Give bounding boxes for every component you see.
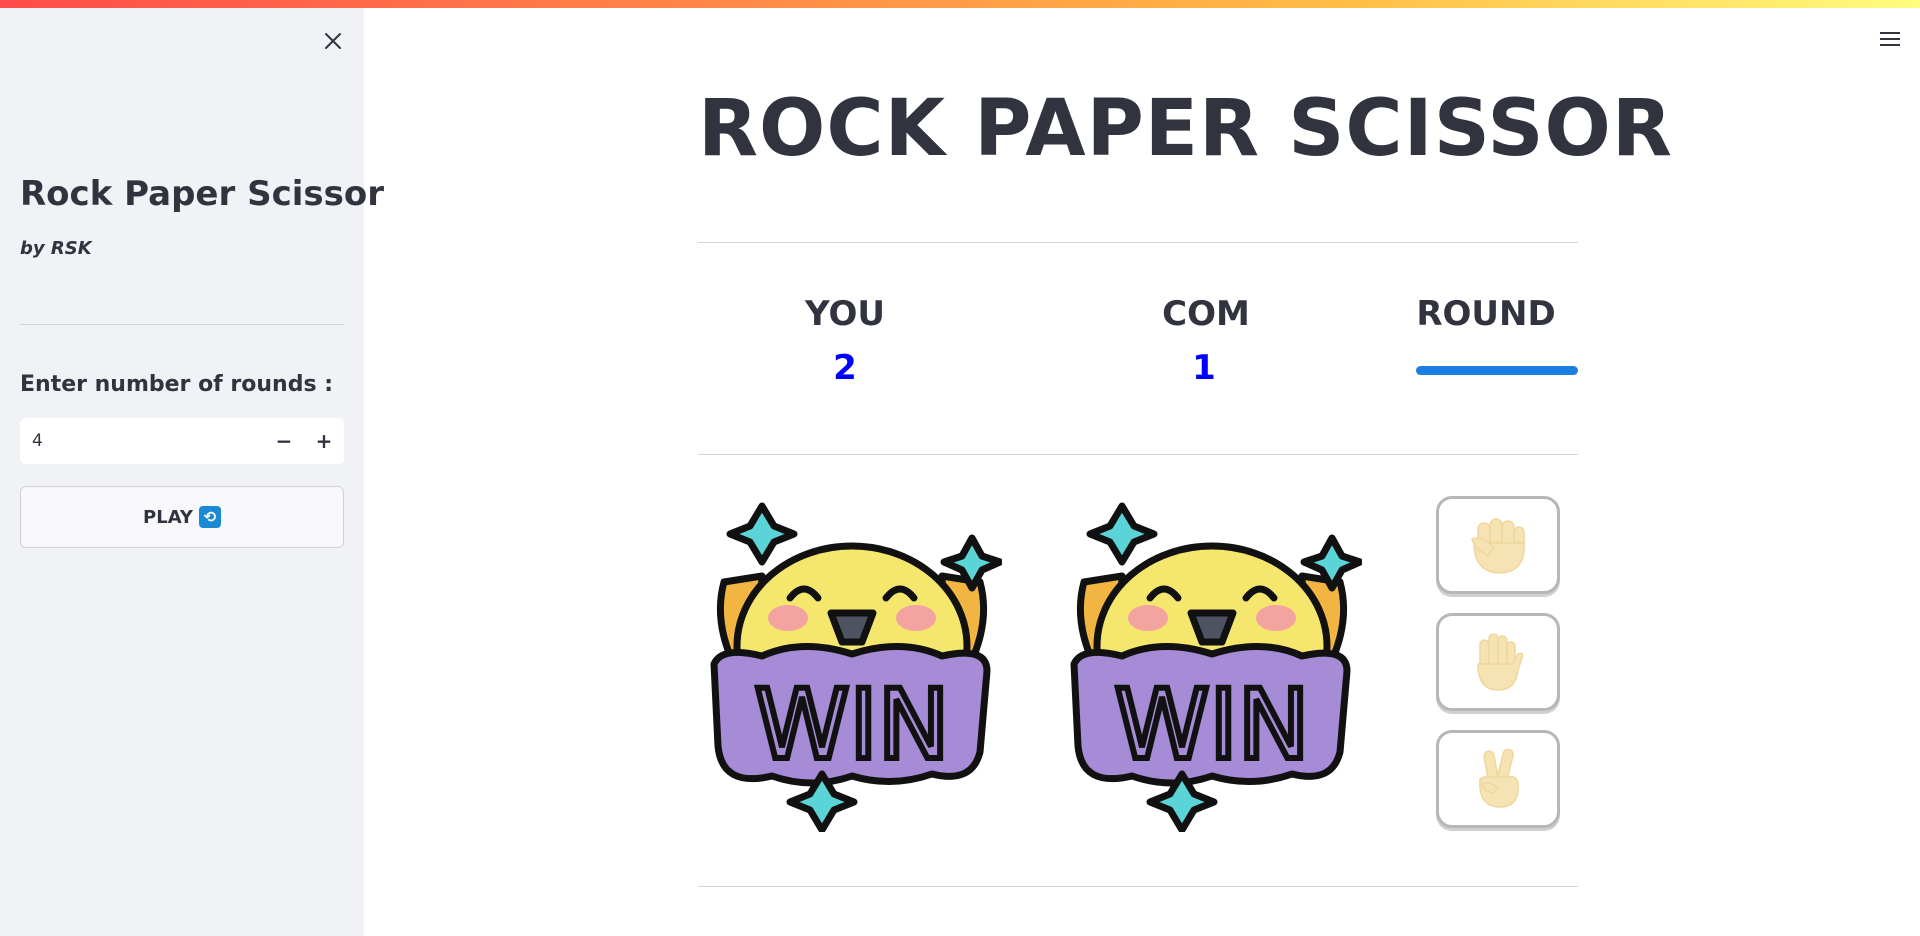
you-win-image: WIN — [710, 502, 1002, 832]
play-button[interactable]: PLAY ⟲ — [20, 486, 344, 548]
top-decoration-bar — [0, 0, 1920, 8]
com-win-image: WIN — [1070, 502, 1362, 832]
round-progress-bar — [1416, 366, 1578, 375]
play-button-label: PLAY — [143, 506, 193, 528]
page-title: ROCK PAPER SCISSOR — [698, 84, 1673, 174]
rounds-input-value[interactable]: 4 — [20, 431, 264, 451]
victory-hand-icon — [1479, 748, 1519, 808]
com-score: 1 — [1192, 348, 1216, 388]
paper-choice-button[interactable] — [1436, 613, 1560, 711]
round-heading: ROUND — [1416, 294, 1556, 334]
you-heading: YOU — [805, 294, 885, 334]
svg-text:WIN: WIN — [754, 669, 949, 781]
rounds-label: Enter number of rounds : — [20, 372, 333, 397]
sidebar: Rock Paper Scissor by RSK Enter number o… — [0, 0, 384, 936]
sidebar-divider — [20, 324, 344, 325]
close-icon — [325, 33, 341, 49]
main-menu-button[interactable] — [1876, 26, 1904, 52]
sidebar-author: by RSK — [20, 238, 92, 259]
decrement-button[interactable]: − — [264, 418, 304, 464]
open-hand-icon — [1477, 633, 1524, 691]
repeat-icon: ⟲ — [198, 506, 221, 528]
you-score: 2 — [833, 348, 857, 388]
close-sidebar-button[interactable] — [318, 26, 348, 56]
menu-icon — [1880, 32, 1900, 34]
rounds-number-input[interactable]: 4 − + — [20, 418, 344, 464]
divider-top — [698, 242, 1578, 243]
fist-icon — [1471, 518, 1525, 574]
scissors-choice-button[interactable] — [1436, 730, 1560, 828]
sidebar-title: Rock Paper Scissor — [20, 174, 384, 214]
divider-bottom — [698, 886, 1578, 887]
com-heading: COM — [1162, 294, 1250, 334]
divider-middle — [698, 454, 1578, 455]
svg-text:WIN: WIN — [1114, 669, 1309, 781]
rock-choice-button[interactable] — [1436, 496, 1560, 594]
increment-button[interactable]: + — [304, 418, 344, 464]
